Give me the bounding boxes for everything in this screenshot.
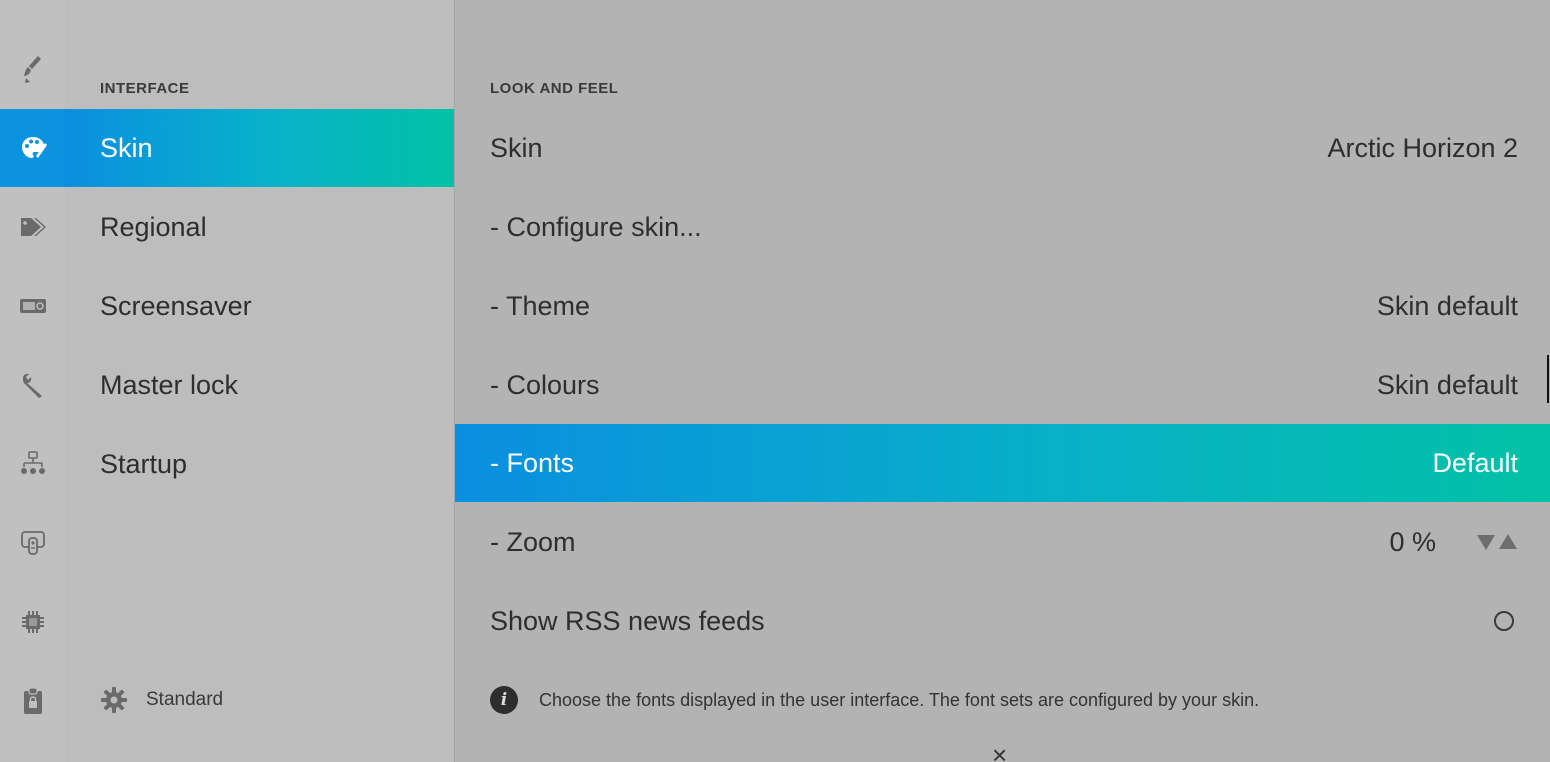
setting-row-skin[interactable]: Skin Arctic Horizon 2 bbox=[455, 109, 1550, 187]
rail-item-input[interactable] bbox=[0, 504, 65, 582]
settings-level-label: Standard bbox=[146, 689, 224, 710]
arrow-down-icon[interactable] bbox=[1476, 533, 1496, 551]
scrollbar-marker bbox=[1547, 355, 1549, 403]
gear-icon bbox=[101, 687, 127, 713]
wrench-icon bbox=[22, 373, 42, 398]
palette-icon bbox=[21, 137, 47, 158]
zoom-spinner: 0 % bbox=[1389, 527, 1518, 558]
settings-window: INTERFACE Skin Regional Screensaver Mast… bbox=[0, 0, 1550, 762]
rail-item-media[interactable] bbox=[0, 267, 65, 345]
category-list: INTERFACE Skin Regional Screensaver Mast… bbox=[65, 0, 455, 762]
network-icon bbox=[20, 451, 45, 474]
category-item-skin[interactable]: Skin bbox=[65, 109, 454, 187]
category-item-screensaver[interactable]: Screensaver bbox=[65, 267, 454, 345]
rail-item-addons[interactable] bbox=[0, 188, 65, 266]
category-item-label: Startup bbox=[100, 448, 188, 479]
setting-row-theme[interactable]: - Theme Skin default bbox=[455, 267, 1550, 345]
paintbrush-icon bbox=[23, 56, 41, 83]
setting-label: - Fonts bbox=[490, 447, 575, 478]
settings-list: LOOK AND FEEL Skin Arctic Horizon 2 - Co… bbox=[455, 0, 1550, 762]
display-clock-icon bbox=[19, 299, 46, 313]
setting-label: - Configure skin... bbox=[490, 211, 702, 242]
setting-row-colours[interactable]: - Colours Skin default bbox=[455, 346, 1550, 424]
setting-label: Skin bbox=[490, 132, 543, 163]
category-item-label: Skin bbox=[100, 132, 153, 163]
category-item-master-lock[interactable]: Master lock bbox=[65, 346, 454, 424]
category-item-label: Regional bbox=[100, 211, 207, 242]
chip-icon bbox=[21, 611, 44, 633]
setting-value: Skin default bbox=[1376, 369, 1518, 400]
category-heading: INTERFACE bbox=[100, 80, 190, 97]
rail-item-system[interactable] bbox=[0, 346, 65, 424]
spinner-arrows bbox=[1476, 533, 1518, 551]
close-icon[interactable]: × bbox=[992, 742, 1007, 762]
rail-item-appearance[interactable] bbox=[0, 30, 65, 108]
remote-icon bbox=[20, 531, 45, 555]
clipboard-lock-icon bbox=[23, 687, 42, 714]
category-item-label: Screensaver bbox=[100, 290, 252, 321]
setting-value: Arctic Horizon 2 bbox=[1327, 132, 1518, 163]
setting-value: Skin default bbox=[1376, 290, 1518, 321]
help-text: i Choose the fonts displayed in the user… bbox=[490, 686, 1259, 714]
icon-rail bbox=[0, 0, 65, 762]
setting-row-rss[interactable]: Show RSS news feeds bbox=[455, 582, 1550, 660]
setting-row-configure-skin[interactable]: - Configure skin... bbox=[455, 188, 1550, 266]
info-icon: i bbox=[490, 686, 518, 714]
setting-value: 0 % bbox=[1389, 526, 1436, 557]
category-item-label: Master lock bbox=[100, 369, 239, 400]
rail-item-hardware[interactable] bbox=[0, 583, 65, 661]
category-item-regional[interactable]: Regional bbox=[65, 188, 454, 266]
rail-item-interface[interactable] bbox=[0, 109, 65, 187]
category-item-startup[interactable]: Startup bbox=[65, 425, 454, 503]
setting-value: Default bbox=[1432, 447, 1518, 478]
tags-icon bbox=[20, 218, 46, 236]
setting-label: - Zoom bbox=[490, 526, 576, 557]
setting-row-fonts[interactable]: - Fonts Default bbox=[455, 424, 1550, 502]
setting-label: - Theme bbox=[490, 290, 591, 321]
help-text-label: Choose the fonts displayed in the user i… bbox=[539, 689, 1260, 710]
arrow-up-icon[interactable] bbox=[1498, 533, 1518, 551]
rail-item-network[interactable] bbox=[0, 425, 65, 503]
setting-label: - Colours bbox=[490, 369, 600, 400]
settings-heading: LOOK AND FEEL bbox=[490, 80, 619, 97]
setting-row-zoom[interactable]: - Zoom 0 % bbox=[455, 503, 1550, 581]
rail-item-profiles[interactable] bbox=[0, 662, 65, 740]
setting-label: Show RSS news feeds bbox=[490, 605, 765, 636]
rss-toggle-radio[interactable] bbox=[1494, 611, 1514, 631]
settings-level-button[interactable]: Standard bbox=[100, 686, 223, 714]
